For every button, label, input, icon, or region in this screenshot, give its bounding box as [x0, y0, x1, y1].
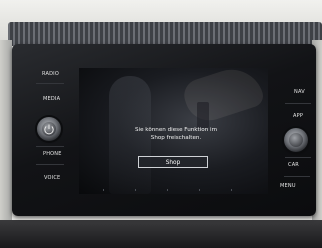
- car-button[interactable]: CAR: [288, 162, 299, 168]
- nav-button[interactable]: NAV: [294, 89, 305, 95]
- button-divider: [36, 146, 64, 147]
- radio-button[interactable]: RADIO: [42, 71, 59, 77]
- shop-button[interactable]: Shop: [138, 156, 208, 168]
- power-volume-knob[interactable]: [37, 117, 61, 141]
- button-divider: [285, 103, 311, 104]
- button-divider: [284, 176, 310, 177]
- unlock-message: Sie können diese Funktion im Shop freisc…: [101, 126, 251, 142]
- knob-cap: [289, 133, 303, 147]
- infotainment-photo: RADIO MEDIA PHONE VOICE NAV APP CAR MENU…: [0, 0, 322, 248]
- reflection-phone: [197, 102, 209, 128]
- message-line-1: Sie können diese Funktion im: [134, 127, 218, 133]
- tune-knob[interactable]: [284, 128, 308, 152]
- air-vent-grille: [8, 22, 322, 46]
- media-button[interactable]: MEDIA: [43, 96, 60, 102]
- voice-button[interactable]: VOICE: [44, 175, 60, 181]
- phone-button[interactable]: PHONE: [43, 151, 62, 157]
- power-icon: [44, 124, 54, 135]
- reflection-hand: [180, 68, 266, 127]
- dashboard-left-trim: [0, 40, 12, 248]
- button-divider: [36, 164, 64, 165]
- page-indicator: [79, 189, 268, 191]
- dashboard-lower-panel: [0, 220, 322, 248]
- button-divider: [285, 157, 311, 158]
- button-divider: [36, 83, 64, 84]
- menu-button[interactable]: MENU: [280, 183, 296, 189]
- app-button[interactable]: APP: [293, 113, 303, 119]
- message-line-2: Shop freischalten.: [150, 135, 202, 141]
- touchscreen-display: Sie können diese Funktion im Shop freisc…: [79, 68, 268, 194]
